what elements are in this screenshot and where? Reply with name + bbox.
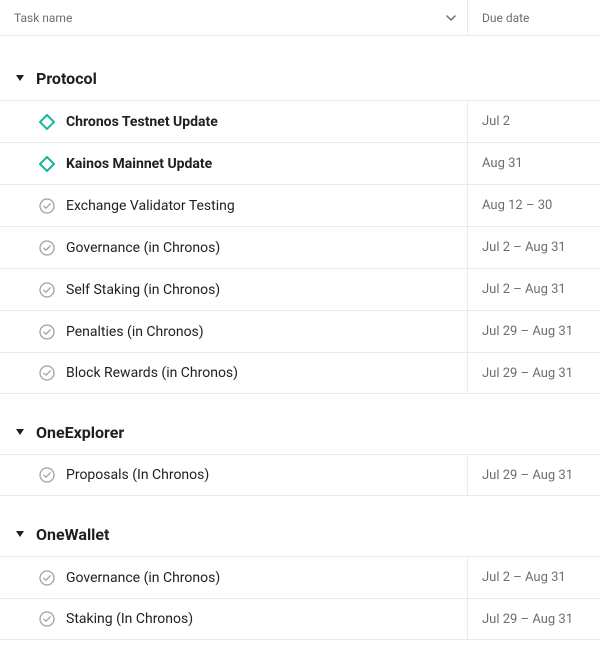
section-title: Protocol [36,69,97,88]
task-row[interactable]: Chronos Testnet Update Jul 2 [0,100,600,142]
caret-down-icon[interactable] [14,72,26,84]
task-row[interactable]: Governance (in Chronos) Jul 2 – Aug 31 [0,226,600,268]
task-main-cell[interactable]: Block Rewards (in Chronos) [0,353,468,393]
task-due-cell[interactable]: Jul 29 – Aug 31 [468,311,600,352]
task-name: Block Rewards (in Chronos) [66,365,238,381]
task-name: Kainos Mainnet Update [66,156,212,172]
complete-check-icon[interactable] [38,364,56,382]
task-due-text: Jul 29 – Aug 31 [482,366,573,381]
task-due-text: Aug 12 – 30 [482,198,552,213]
task-row[interactable]: Kainos Mainnet Update Aug 31 [0,142,600,184]
section-header[interactable]: Protocol [0,56,600,100]
milestone-diamond-icon[interactable] [38,155,56,173]
task-row[interactable]: Penalties (in Chronos) Jul 29 – Aug 31 [0,310,600,352]
task-main-cell[interactable]: Proposals (In Chronos) [0,455,468,495]
column-header-duedate[interactable]: Due date [468,11,600,25]
column-header-taskname[interactable]: Task name [0,0,468,35]
task-due-text: Jul 2 – Aug 31 [482,282,566,297]
task-name: Governance (in Chronos) [66,570,220,586]
task-main-cell[interactable]: Governance (in Chronos) [0,227,468,268]
task-name: Governance (in Chronos) [66,240,220,256]
task-due-cell[interactable]: Jul 2 – Aug 31 [468,557,600,598]
section-title: OneExplorer [36,423,124,442]
task-main-cell[interactable]: Exchange Validator Testing [0,185,468,226]
task-due-text: Jul 29 – Aug 31 [482,468,573,483]
task-main-cell[interactable]: Kainos Mainnet Update [0,143,468,184]
task-name: Exchange Validator Testing [66,198,235,214]
task-due-cell[interactable]: Jul 2 – Aug 31 [468,227,600,268]
task-main-cell[interactable]: Governance (in Chronos) [0,557,468,598]
task-due-cell[interactable]: Jul 29 – Aug 31 [468,353,600,393]
chevron-down-icon[interactable] [445,12,457,24]
complete-check-icon[interactable] [38,466,56,484]
task-list: Governance (in Chronos) Jul 2 – Aug 31 Sta… [0,556,600,640]
task-due-cell[interactable]: Jul 29 – Aug 31 [468,455,600,495]
column-header-duedate-label: Due date [482,11,529,25]
task-name: Penalties (in Chronos) [66,324,204,340]
task-row[interactable]: Exchange Validator Testing Aug 12 – 30 [0,184,600,226]
task-due-text: Jul 2 – Aug 31 [482,570,566,585]
task-row[interactable]: Self Staking (in Chronos) Jul 2 – Aug 31 [0,268,600,310]
task-main-cell[interactable]: Chronos Testnet Update [0,101,468,142]
task-due-text: Jul 2 – Aug 31 [482,240,566,255]
task-due-text: Aug 31 [482,156,523,171]
complete-check-icon[interactable] [38,281,56,299]
task-due-cell[interactable]: Jul 29 – Aug 31 [468,599,600,639]
task-main-cell[interactable]: Self Staking (in Chronos) [0,269,468,310]
column-header-row: Task name Due date [0,0,600,36]
task-due-text: Jul 29 – Aug 31 [482,612,573,627]
task-row[interactable]: Proposals (In Chronos) Jul 29 – Aug 31 [0,454,600,496]
caret-down-icon[interactable] [14,426,26,438]
task-name: Proposals (In Chronos) [66,467,209,483]
complete-check-icon[interactable] [38,610,56,628]
task-due-cell[interactable]: Jul 2 [468,101,600,142]
task-due-cell[interactable]: Aug 12 – 30 [468,185,600,226]
task-name: Staking (In Chronos) [66,611,193,627]
task-main-cell[interactable]: Penalties (in Chronos) [0,311,468,352]
task-row[interactable]: Governance (in Chronos) Jul 2 – Aug 31 [0,556,600,598]
complete-check-icon[interactable] [38,569,56,587]
caret-down-icon[interactable] [14,528,26,540]
task-due-text: Jul 2 [482,114,510,129]
column-header-taskname-label: Task name [14,11,72,25]
task-name: Self Staking (in Chronos) [66,282,220,298]
task-due-text: Jul 29 – Aug 31 [482,324,573,339]
task-due-cell[interactable]: Aug 31 [468,143,600,184]
task-due-cell[interactable]: Jul 2 – Aug 31 [468,269,600,310]
task-main-cell[interactable]: Staking (In Chronos) [0,599,468,639]
section-header[interactable]: OneWallet [0,512,600,556]
complete-check-icon[interactable] [38,239,56,257]
task-list: Chronos Testnet Update Jul 2 Kainos Mainne… [0,100,600,394]
task-row[interactable]: Staking (In Chronos) Jul 29 – Aug 31 [0,598,600,640]
complete-check-icon[interactable] [38,323,56,341]
complete-check-icon[interactable] [38,197,56,215]
task-list: Proposals (In Chronos) Jul 29 – Aug 31 [0,454,600,496]
task-name: Chronos Testnet Update [66,114,218,130]
milestone-diamond-icon[interactable] [38,113,56,131]
section-header[interactable]: OneExplorer [0,410,600,454]
task-row[interactable]: Block Rewards (in Chronos) Jul 29 – Aug 3… [0,352,600,394]
section-title: OneWallet [36,525,109,544]
